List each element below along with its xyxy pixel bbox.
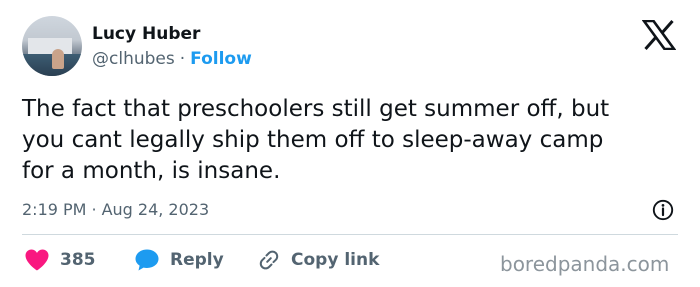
like-button[interactable]: 385 bbox=[24, 248, 96, 272]
author-handle-row: @clhubes · Follow bbox=[92, 49, 252, 69]
link-icon bbox=[259, 250, 279, 270]
copy-link-button[interactable]: Copy link bbox=[257, 248, 379, 272]
author-name[interactable]: Lucy Huber bbox=[92, 24, 200, 44]
avatar[interactable] bbox=[22, 16, 82, 76]
handle-separator: · bbox=[179, 49, 186, 69]
heart-icon bbox=[25, 249, 49, 271]
info-icon[interactable] bbox=[652, 199, 674, 221]
speech-bubble-icon bbox=[135, 249, 159, 271]
watermark: boredpanda.com bbox=[500, 252, 670, 276]
tweet-text-line: you cant legally ship them off to sleep-… bbox=[22, 127, 604, 153]
x-logo-icon[interactable] bbox=[642, 20, 676, 50]
tweet-text-line: for a month, is insane. bbox=[22, 158, 281, 184]
avatar-person bbox=[52, 49, 64, 69]
timestamp-separator: · bbox=[91, 200, 97, 219]
follow-button[interactable]: Follow bbox=[190, 49, 252, 69]
author-handle[interactable]: @clhubes bbox=[92, 49, 175, 69]
tweet-date: Aug 24, 2023 bbox=[101, 200, 210, 219]
reply-button[interactable]: Reply bbox=[134, 248, 224, 272]
avatar-background-building bbox=[28, 38, 72, 54]
copy-link-label: Copy link bbox=[291, 250, 380, 270]
reply-label: Reply bbox=[170, 250, 224, 270]
tweet-time: 2:19 PM bbox=[22, 200, 87, 219]
tweet-text: The fact that preschoolers still get sum… bbox=[22, 94, 682, 187]
tweet-timestamp[interactable]: 2:19 PM · Aug 24, 2023 bbox=[22, 200, 209, 220]
tweet-text-line: The fact that preschoolers still get sum… bbox=[22, 96, 610, 122]
like-count: 385 bbox=[60, 250, 96, 270]
divider bbox=[22, 234, 678, 235]
